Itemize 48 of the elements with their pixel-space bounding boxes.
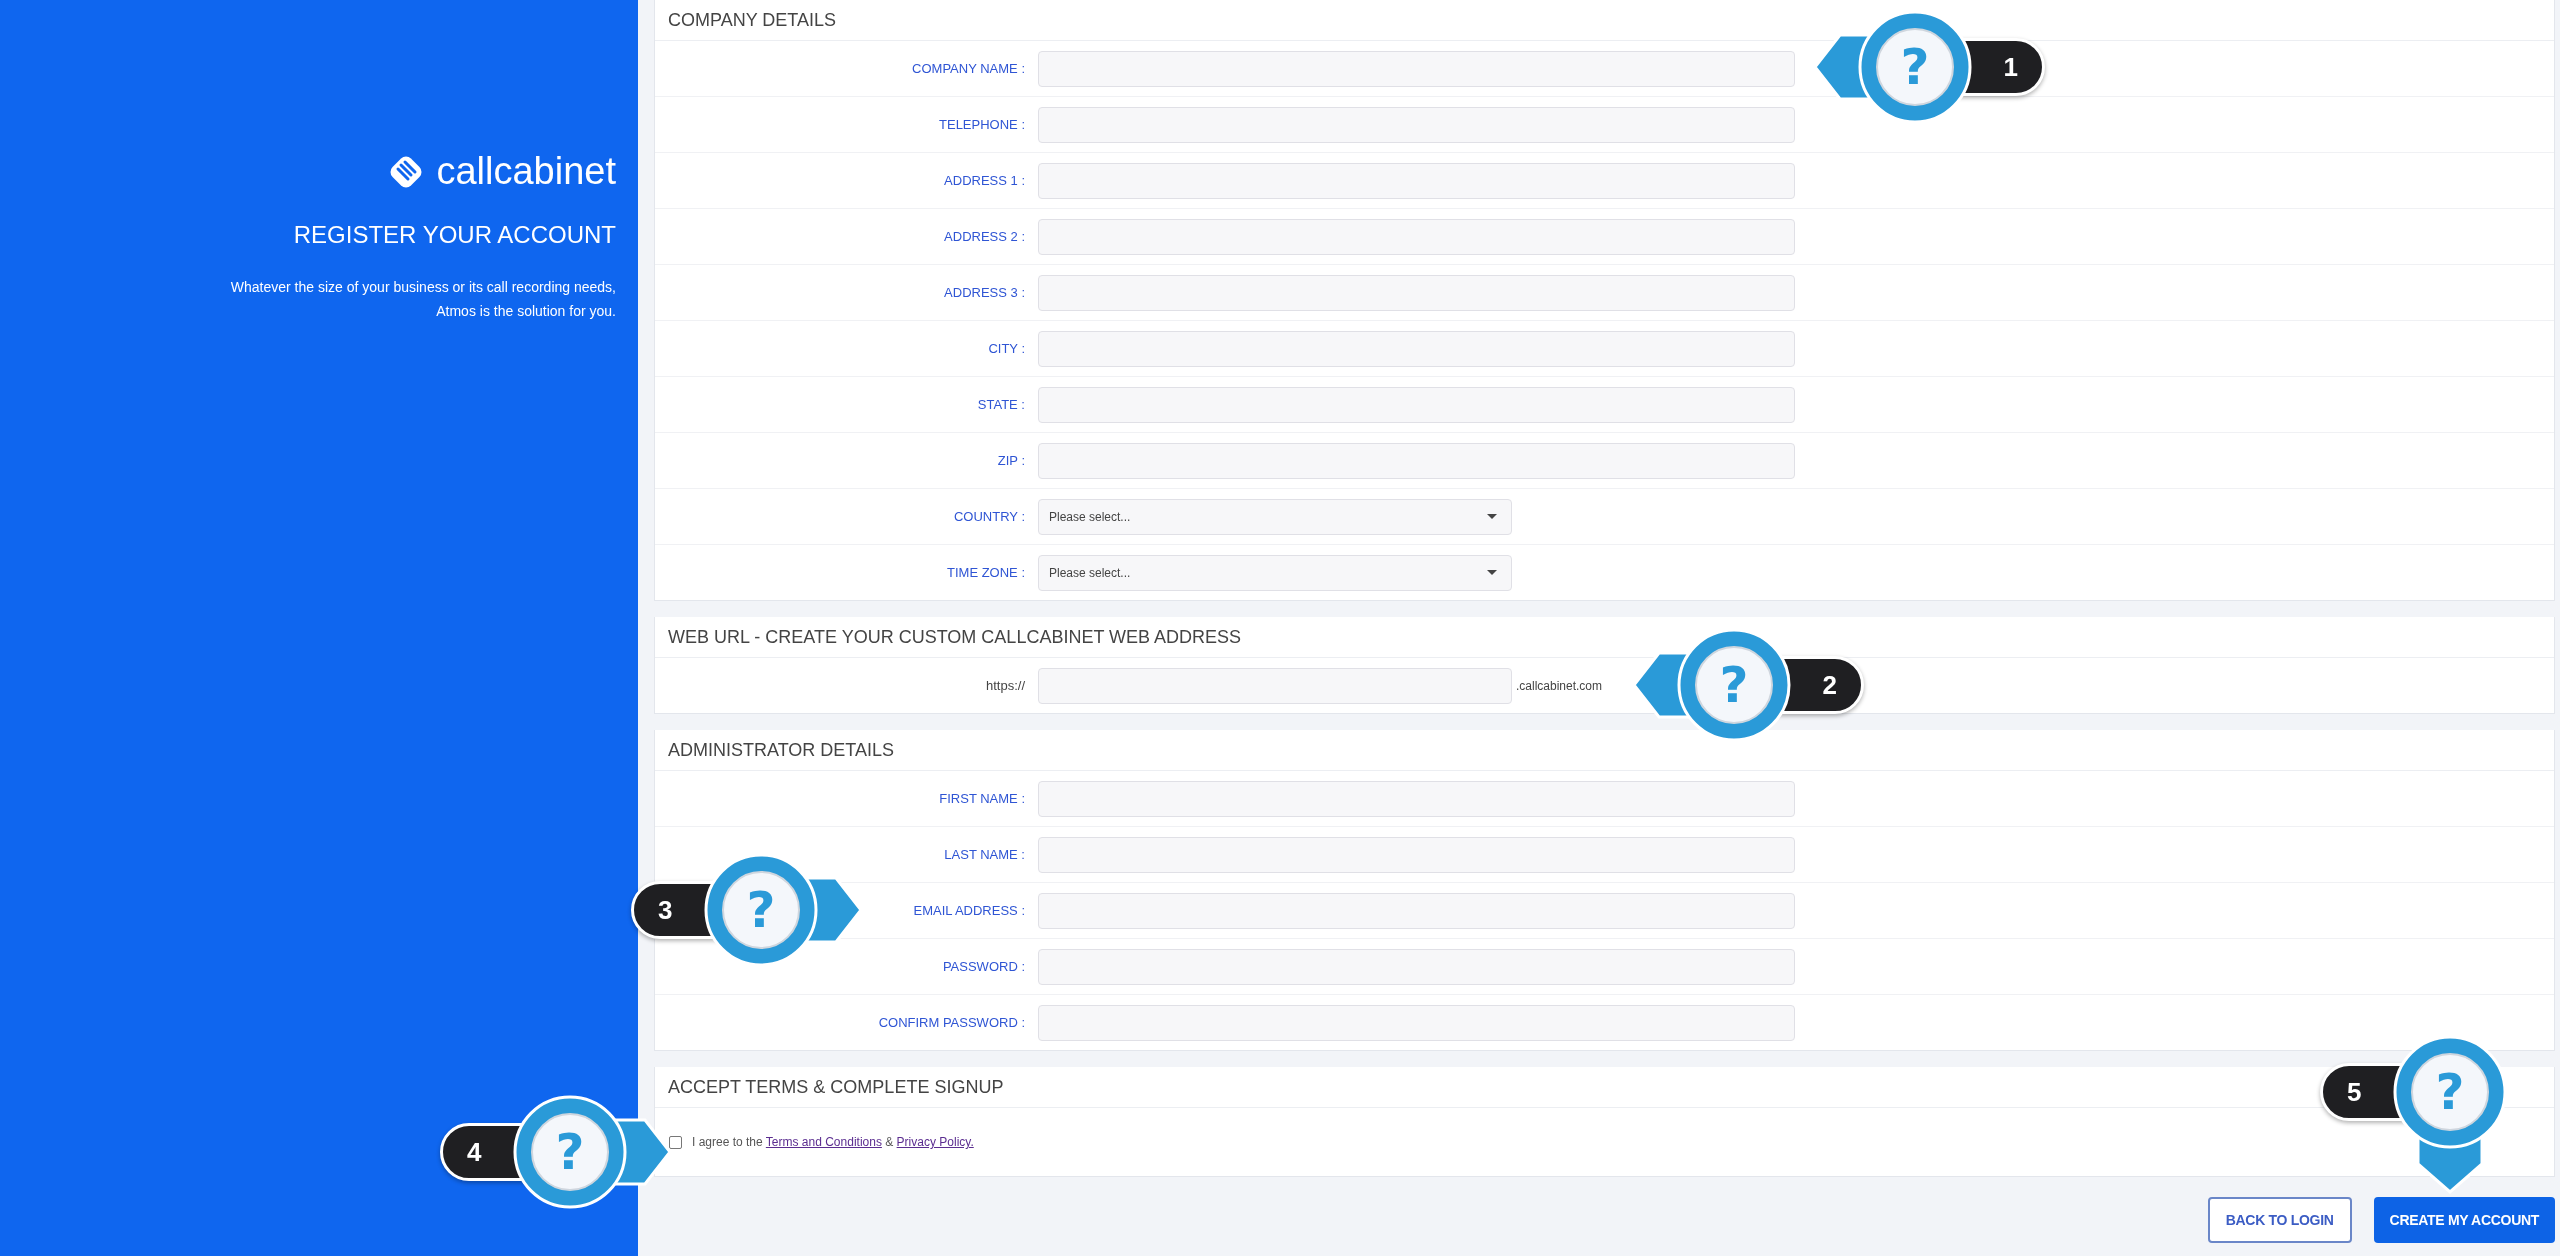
input-field[interactable] xyxy=(1038,50,1795,87)
input-field[interactable] xyxy=(1038,780,1795,817)
input-field[interactable] xyxy=(1038,218,1795,255)
section-title: ADMINISTRATOR DETAILS xyxy=(668,739,895,761)
field-label: COUNTRY : xyxy=(953,509,1025,524)
section-title: WEB URL - CREATE YOUR CUSTOM CALLCABINET WEB ADDRESS xyxy=(668,626,1242,648)
brand-description: Whatever the size of your business or its call recording needs, Atmos is the solution for you. xyxy=(230,278,616,321)
field-label: LAST NAME : xyxy=(944,847,1025,862)
link[interactable]: Privacy Policy. xyxy=(896,1135,974,1149)
field-label: COMPANY NAME : xyxy=(912,61,1025,76)
input-field[interactable] xyxy=(1038,948,1795,985)
input-field[interactable] xyxy=(1038,667,1512,704)
url-prefix: https:// xyxy=(985,678,1025,693)
input-field[interactable] xyxy=(1038,1004,1795,1041)
register-heading: REGISTER YOUR ACCOUNT xyxy=(293,221,616,249)
field-label: CONFIRM PASSWORD : xyxy=(878,1015,1025,1030)
section-title: ACCEPT TERMS & COMPLETE SIGNUP xyxy=(668,1076,1004,1098)
input-field[interactable] xyxy=(1038,274,1795,311)
input-field[interactable] xyxy=(1038,386,1795,423)
input-field[interactable] xyxy=(1038,836,1795,873)
field-label: CITY : xyxy=(988,341,1025,356)
caret-icon xyxy=(1487,514,1497,519)
field-label: ZIP : xyxy=(997,453,1025,468)
input-field[interactable] xyxy=(1038,162,1795,199)
logo-text: callcabinet xyxy=(436,150,616,193)
url-suffix: .callcabinet.com xyxy=(1515,678,1603,693)
field-label: ADDRESS 3 : xyxy=(944,285,1025,300)
field-label: FIRST NAME : xyxy=(939,791,1025,806)
field-label: TELEPHONE : xyxy=(939,117,1025,132)
back-to-login-button[interactable]: BACK TO LOGIN xyxy=(2207,1197,2352,1243)
field-label: PASSWORD : xyxy=(942,959,1025,974)
select-field[interactable]: Please select... xyxy=(1038,498,1512,535)
input-field[interactable] xyxy=(1038,442,1795,479)
field-label: ADDRESS 1 : xyxy=(944,173,1025,188)
create-account-button[interactable]: CREATE MY ACCOUNT xyxy=(2373,1197,2555,1243)
input-field[interactable] xyxy=(1038,330,1795,367)
field-label: TIME ZONE : xyxy=(947,565,1025,580)
field-label: ADDRESS 2 : xyxy=(944,229,1025,244)
section-title: COMPANY DETAILS xyxy=(668,9,837,31)
field-label: EMAIL ADDRESS : xyxy=(913,903,1025,918)
input-field[interactable] xyxy=(1038,106,1795,143)
input-field[interactable] xyxy=(1038,892,1795,929)
checkbox[interactable] xyxy=(669,1135,682,1149)
field-label: STATE : xyxy=(977,397,1025,412)
link[interactable]: Terms and Conditions xyxy=(765,1135,882,1149)
select-field[interactable]: Please select... xyxy=(1038,554,1512,591)
caret-icon xyxy=(1487,570,1497,575)
terms-text: I agree to the Terms and Conditions & Privacy Policy. xyxy=(692,1135,974,1149)
